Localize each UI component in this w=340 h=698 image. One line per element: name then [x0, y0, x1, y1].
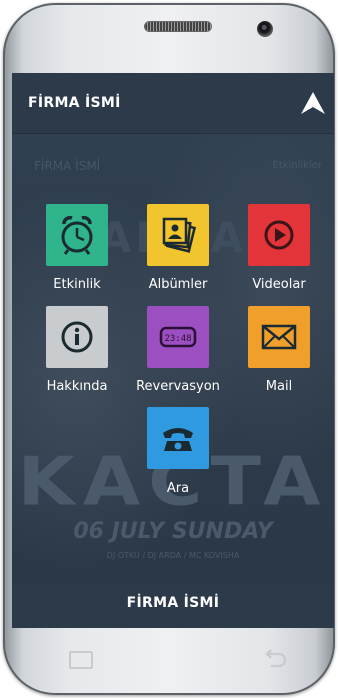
- menu-label-mail[interactable]: Mail: [229, 379, 329, 394]
- mail-icon: [261, 324, 297, 350]
- speaker-grille: [145, 22, 211, 31]
- background-subheader: FİRMA İSMİ Etkinlikler: [12, 151, 334, 181]
- back-icon[interactable]: [261, 648, 289, 670]
- header-title: FİRMA İSMİ: [28, 95, 121, 111]
- info-icon: [61, 321, 93, 353]
- app-screen: ARDA KACTA 06 JULY SUNDAY DJ OTKU / DJ A…: [12, 73, 334, 628]
- subheader-title: FİRMA İSMİ: [34, 159, 101, 173]
- play-icon: [264, 220, 294, 250]
- menu-tile-albumler[interactable]: [147, 204, 209, 266]
- front-camera: [257, 21, 273, 37]
- menu-tile-ara[interactable]: [147, 407, 209, 469]
- recent-apps-icon[interactable]: [69, 651, 93, 669]
- photo-album-icon: [162, 217, 197, 253]
- phone-icon: [163, 428, 193, 451]
- menu-label-revervasyon[interactable]: Revervasyon: [128, 379, 228, 394]
- phone-frame: ARDA KACTA 06 JULY SUNDAY DJ OTKU / DJ A…: [3, 3, 335, 695]
- menu-label-hakkinda[interactable]: Hakkında: [27, 379, 127, 394]
- poster-lineup: DJ OTKU / DJ ARDA / MC KOVISHA: [106, 551, 240, 560]
- menu-tile-mail[interactable]: [248, 306, 310, 368]
- menu-tile-etkinlik[interactable]: [46, 204, 108, 266]
- menu-label-videolar[interactable]: Videolar: [229, 277, 329, 292]
- menu-label-albumler[interactable]: Albümler: [128, 277, 228, 292]
- menu-tile-hakkinda[interactable]: [46, 306, 108, 368]
- app-footer: FİRMA İSMİ: [12, 583, 334, 628]
- app-header: FİRMA İSMİ: [12, 73, 334, 134]
- menu-tile-videolar[interactable]: [248, 204, 310, 266]
- reservation-clock-text: 23:48: [164, 334, 191, 344]
- collapse-arrow-icon[interactable]: [300, 91, 326, 115]
- alarm-clock-icon: [61, 215, 93, 255]
- footer-title: FİRMA İSMİ: [126, 595, 220, 611]
- subheader-section: Etkinlikler: [272, 160, 322, 171]
- menu-label-ara[interactable]: Ara: [128, 481, 228, 496]
- menu-label-etkinlik[interactable]: Etkinlik: [27, 277, 127, 292]
- menu-tile-revervasyon[interactable]: 23:48: [147, 306, 209, 368]
- digital-clock-icon: 23:48: [159, 326, 197, 348]
- poster-date: 06 JULY SUNDAY: [73, 519, 273, 544]
